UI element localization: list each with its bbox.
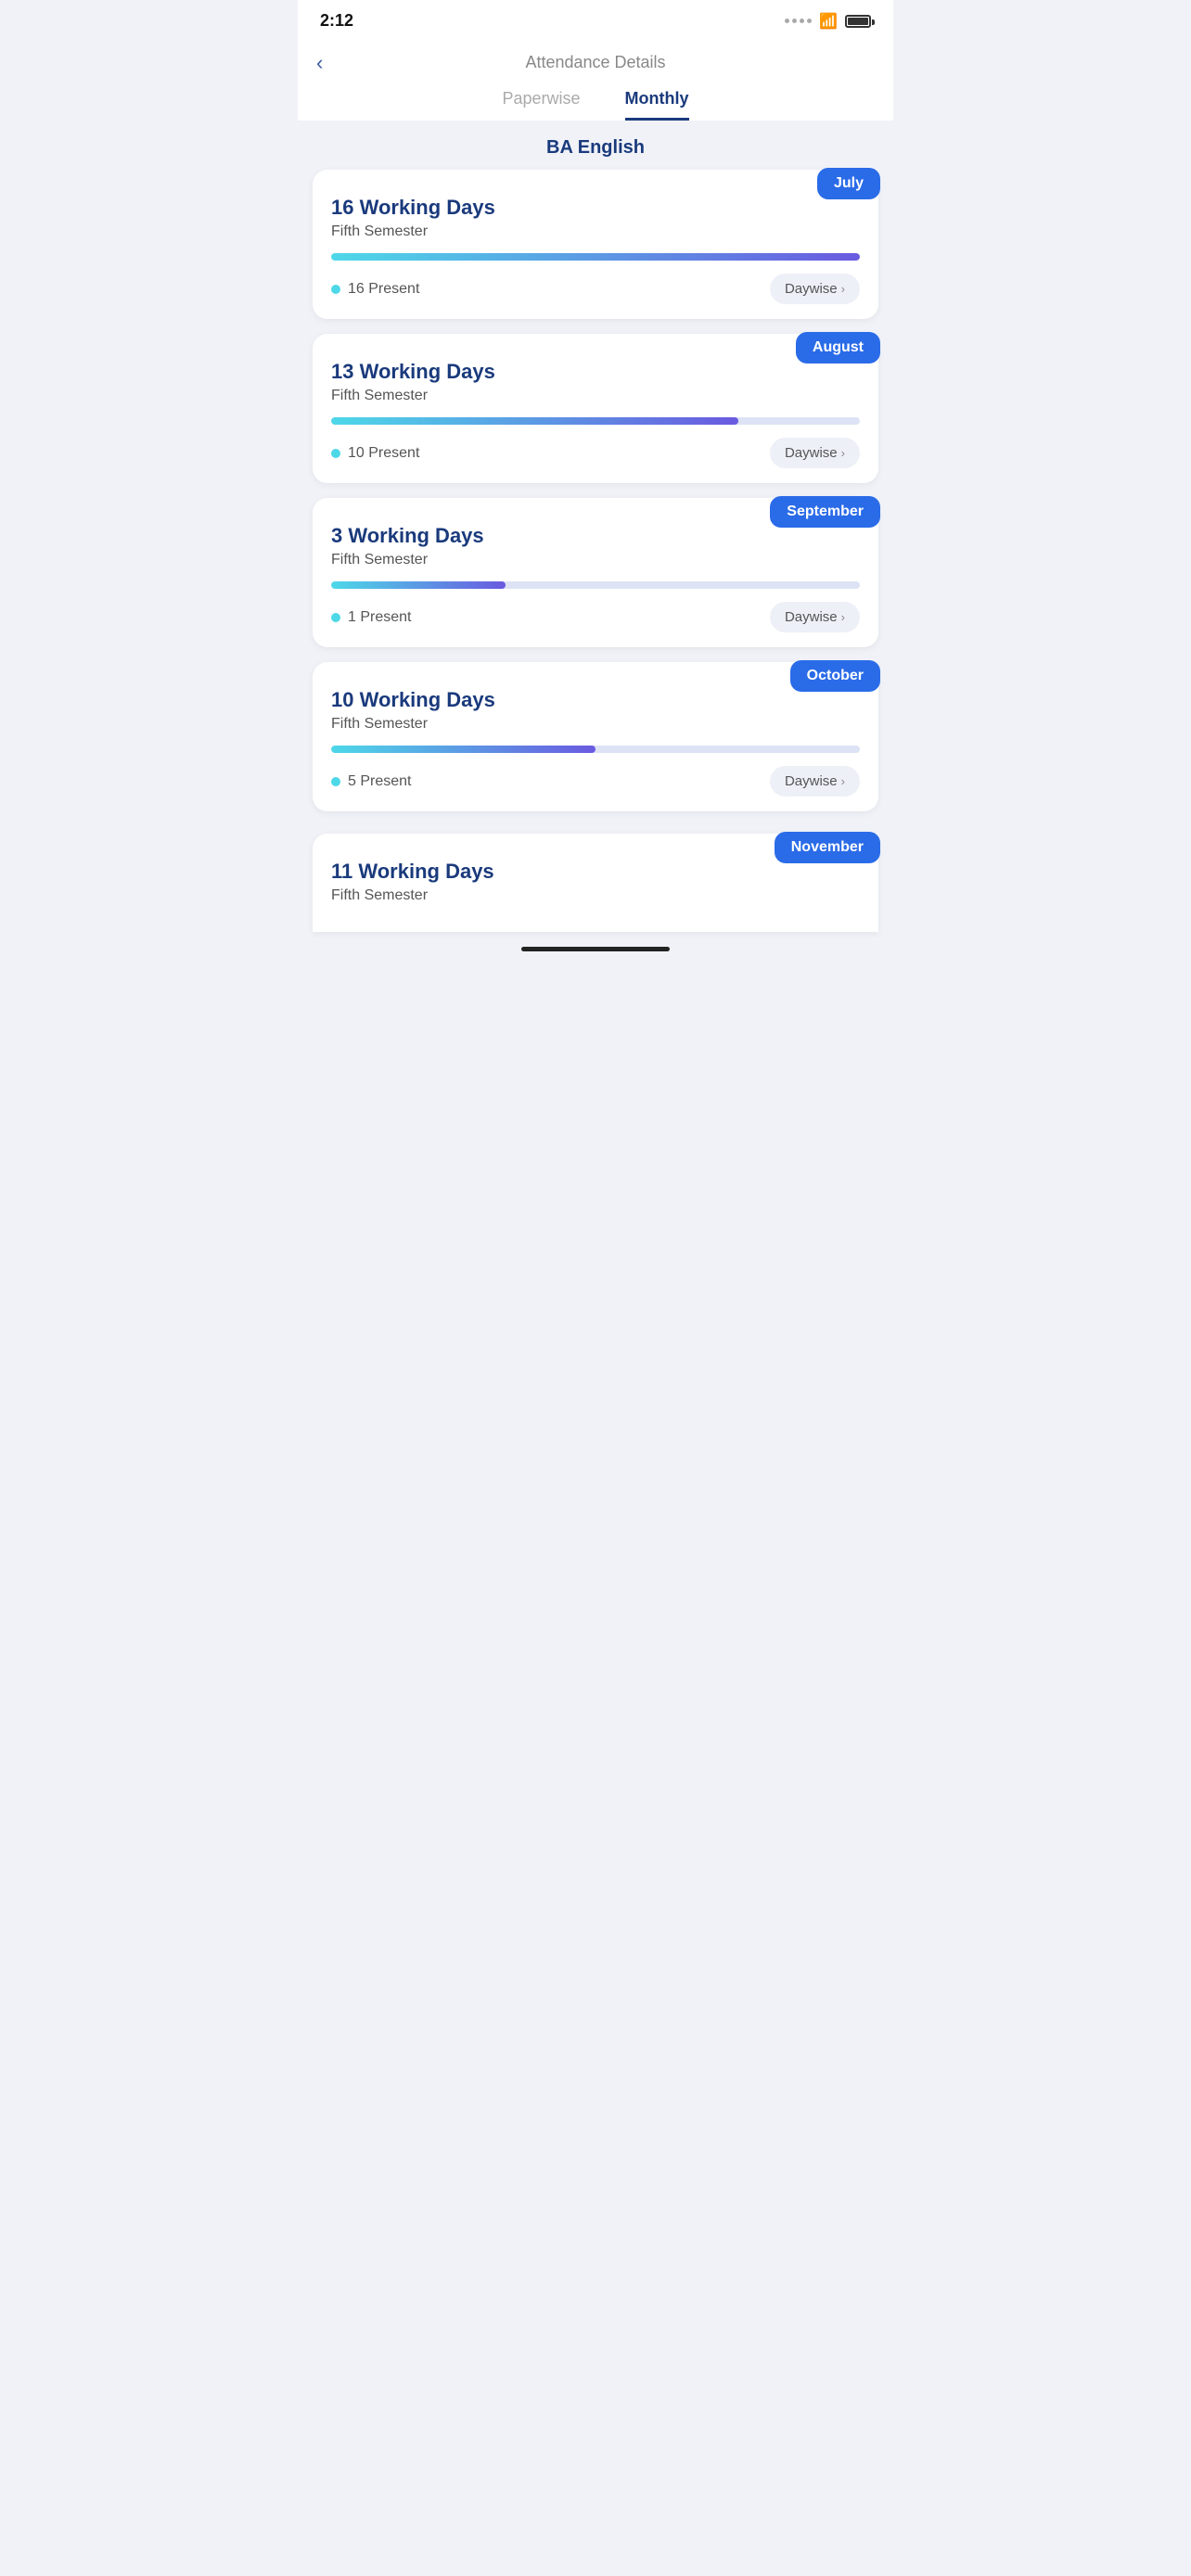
daywise-button-october[interactable]: Daywise › [770, 766, 860, 797]
month-card-august: August 13 Working Days Fifth Semester 10… [313, 334, 878, 483]
working-days-july: 16 Working Days [331, 196, 860, 220]
month-card-october: October 10 Working Days Fifth Semester 5… [313, 662, 878, 811]
header: ‹ Attendance Details [298, 38, 893, 80]
daywise-button-july[interactable]: Daywise › [770, 274, 860, 304]
month-card-november: November 11 Working Days Fifth Semester [313, 834, 878, 932]
progress-bar-fill-august [331, 417, 738, 425]
chevron-right-icon-august: › [841, 446, 845, 460]
battery-icon [845, 15, 871, 28]
month-card-september: September 3 Working Days Fifth Semester … [313, 498, 878, 647]
wifi-icon: 📶 [819, 12, 838, 31]
month-badge-november: November [775, 832, 880, 863]
working-days-november: 11 Working Days [331, 860, 860, 884]
present-label-august: 10 Present [331, 445, 419, 462]
progress-bar-fill-september [331, 581, 506, 589]
month-badge-october: October [790, 660, 880, 692]
section-title-bar: BA English [298, 121, 893, 170]
signal-icon [785, 19, 812, 23]
working-days-august: 13 Working Days [331, 360, 860, 384]
semester-july: Fifth Semester [331, 223, 860, 240]
progress-bar-fill-october [331, 746, 596, 753]
tabs-bar: Paperwise Monthly [298, 80, 893, 121]
daywise-button-september[interactable]: Daywise › [770, 602, 860, 632]
section-title: BA English [546, 137, 645, 158]
working-days-october: 10 Working Days [331, 688, 860, 712]
month-card-july: July 16 Working Days Fifth Semester 16 P… [313, 170, 878, 319]
progress-bar-fill-july [331, 253, 860, 261]
present-label-october: 5 Present [331, 773, 411, 790]
month-badge-july: July [817, 168, 880, 199]
present-dot-september [331, 613, 340, 622]
present-label-september: 1 Present [331, 609, 411, 626]
month-badge-september: September [770, 496, 880, 528]
cards-list: July 16 Working Days Fifth Semester 16 P… [298, 170, 893, 834]
semester-october: Fifth Semester [331, 716, 860, 733]
month-badge-august: August [796, 332, 880, 363]
card-footer-october: 5 Present Daywise › [331, 766, 860, 797]
card-footer-august: 10 Present Daywise › [331, 438, 860, 468]
card-footer-july: 16 Present Daywise › [331, 274, 860, 304]
progress-bar-wrap-july [331, 253, 860, 261]
tab-paperwise[interactable]: Paperwise [502, 89, 580, 121]
back-button[interactable]: ‹ [316, 51, 323, 75]
chevron-right-icon-september: › [841, 610, 845, 624]
status-icons: 📶 [785, 12, 871, 31]
status-time: 2:12 [320, 11, 353, 31]
progress-bar-wrap-august [331, 417, 860, 425]
progress-bar-wrap-september [331, 581, 860, 589]
semester-september: Fifth Semester [331, 552, 860, 568]
chevron-right-icon-october: › [841, 774, 845, 788]
present-label-july: 16 Present [331, 281, 419, 298]
semester-august: Fifth Semester [331, 388, 860, 404]
progress-bar-wrap-october [331, 746, 860, 753]
present-dot-july [331, 285, 340, 294]
present-dot-august [331, 449, 340, 458]
bottom-home-bar [521, 947, 670, 951]
status-bar: 2:12 📶 [298, 0, 893, 38]
present-dot-october [331, 777, 340, 786]
daywise-button-august[interactable]: Daywise › [770, 438, 860, 468]
card-footer-september: 1 Present Daywise › [331, 602, 860, 632]
tab-monthly[interactable]: Monthly [625, 89, 689, 121]
header-title: Attendance Details [525, 53, 665, 72]
semester-november: Fifth Semester [331, 887, 860, 904]
chevron-right-icon-july: › [841, 282, 845, 296]
